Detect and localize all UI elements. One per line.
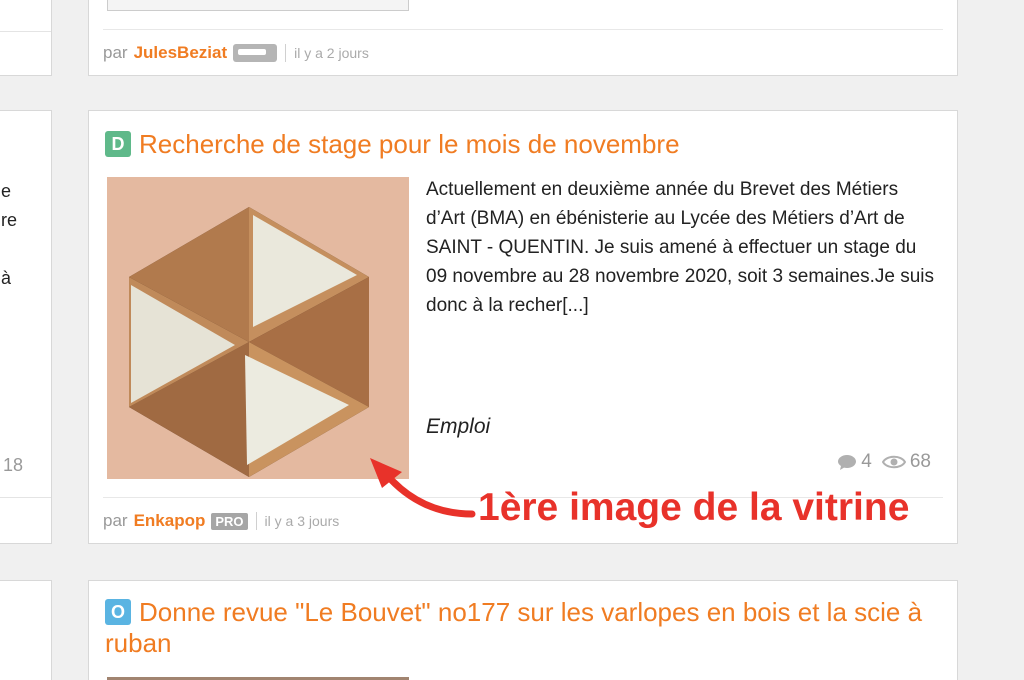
view-count: 68	[909, 451, 931, 472]
key-badge-icon	[233, 44, 278, 62]
marquetry-hexagon-image	[107, 177, 409, 479]
post-card: D Recherche de stage pour le mois de nove…	[88, 110, 958, 544]
annotation-arrow-icon	[370, 458, 476, 518]
post-byline: par JulesBeziat il y a 2 jours	[103, 43, 369, 63]
post-title[interactable]: D Recherche de stage pour le mois de nove…	[105, 129, 945, 160]
comment-icon	[838, 455, 857, 470]
post-title-text[interactable]: Donne revue "Le Bouvet" no177 sur les va…	[105, 597, 922, 658]
post-time: il y a 2 jours	[294, 45, 369, 61]
category-badge: D	[105, 131, 131, 157]
byline-prefix: par	[103, 43, 128, 62]
separator	[285, 44, 287, 62]
comment-count: 4	[861, 451, 872, 472]
annotation-label: 1ère image de la vitrine	[478, 486, 910, 529]
left-text-fragment: e	[1, 181, 12, 201]
byline-prefix: par	[103, 511, 128, 530]
post-title[interactable]: O Donne revue "Le Bouvet" no177 sur les v…	[105, 597, 945, 659]
post-thumbnail[interactable]	[107, 177, 409, 479]
post-byline: par Enkapop PRO il y a 3 jours	[103, 511, 339, 531]
post-time: il y a 3 jours	[264, 513, 340, 529]
author-link[interactable]: JulesBeziat	[134, 43, 228, 63]
left-text-fragment: à	[1, 268, 12, 288]
post-card: par JulesBeziat il y a 2 jours	[88, 0, 958, 76]
left-card-top	[0, 0, 52, 76]
left-text-fragment: re	[1, 210, 18, 230]
divider	[0, 31, 51, 32]
author-link[interactable]: Enkapop	[134, 511, 206, 531]
divider	[0, 497, 51, 498]
post-stats: 4 68	[837, 451, 931, 473]
left-stat-count: 18	[3, 455, 24, 475]
eye-icon	[881, 455, 906, 469]
left-card-mid: e re à 18	[0, 110, 52, 544]
card-footer-divider	[103, 29, 943, 30]
post-thumbnail[interactable]	[107, 0, 409, 11]
post-excerpt: Actuellement en deuxième année du Brevet…	[426, 179, 935, 316]
post-title-text[interactable]: Recherche de stage pour le mois de novem…	[139, 129, 680, 159]
separator	[255, 512, 257, 530]
left-card-bottom	[0, 580, 52, 680]
pro-badge: PRO	[211, 512, 248, 530]
post-category[interactable]: Emploi	[426, 415, 490, 439]
category-badge: O	[105, 599, 131, 625]
post-card: O Donne revue "Le Bouvet" no177 sur les v…	[88, 580, 958, 680]
